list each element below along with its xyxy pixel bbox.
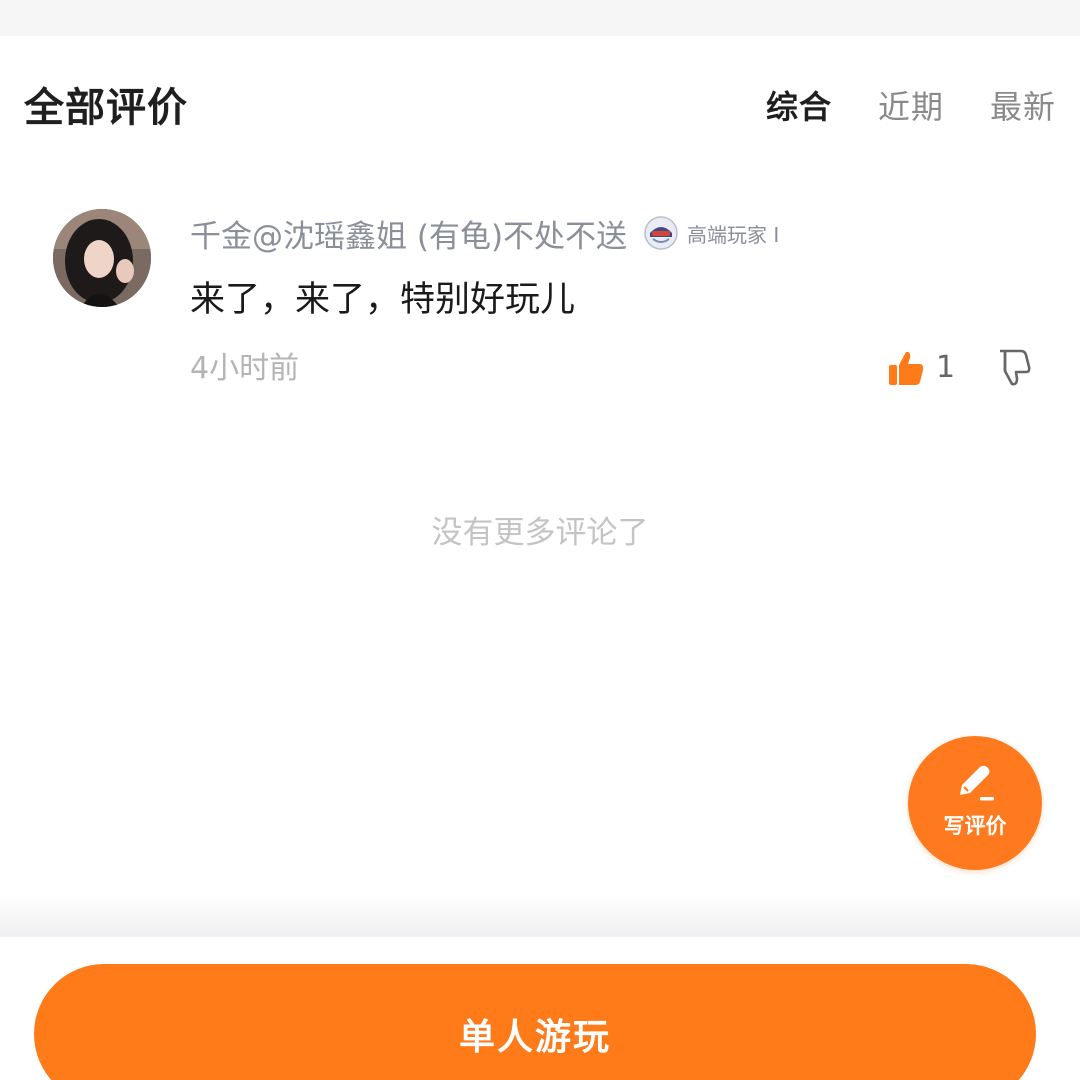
pencil-icon [960,765,994,801]
sort-tab-latest[interactable]: 最新 [990,84,1056,130]
thumbs-up-icon [889,351,924,385]
helmet-badge-icon [644,216,678,250]
sort-tab-comprehensive[interactable]: 综合 [766,84,832,130]
write-review-button[interactable]: 写评价 [908,736,1042,870]
comment-body: 来了，来了，特别好玩儿 [190,280,576,320]
player-level-badge: 高端玩家 I [643,215,779,251]
comment-user-row: 千金@沈瑶鑫姐 (有龟)不处不送 高端玩家 I [190,210,779,256]
thumbs-down-icon[interactable] [992,346,1034,388]
top-divider-strip [0,0,1080,36]
write-review-label: 写评价 [943,814,1007,838]
sort-tabs: 综合 近期 最新 [766,84,1056,130]
reviews-page: 全部评价 综合 近期 最新 千金@沈瑶鑫姐 (有龟)不处不送 高端玩家 I 来了… [0,0,1080,1080]
single-play-label: 单人游玩 [458,1017,611,1058]
like-count: 1 [936,350,956,385]
sort-tab-recent[interactable]: 近期 [878,84,944,130]
section-title: 全部评价 [24,85,188,131]
comment-username[interactable]: 千金@沈瑶鑫姐 (有龟)不处不送 [190,211,627,256]
bottom-shadow [0,895,1080,937]
user-avatar[interactable] [53,209,151,307]
like-button[interactable]: 1 [886,348,955,388]
avatar-photo [53,209,151,307]
single-play-button[interactable]: 单人游玩 [34,964,1036,1080]
badge-label: 高端玩家 I [687,222,780,247]
comment-timestamp: 4小时前 [190,351,300,386]
no-more-comments-text: 没有更多评论了 [431,515,649,551]
